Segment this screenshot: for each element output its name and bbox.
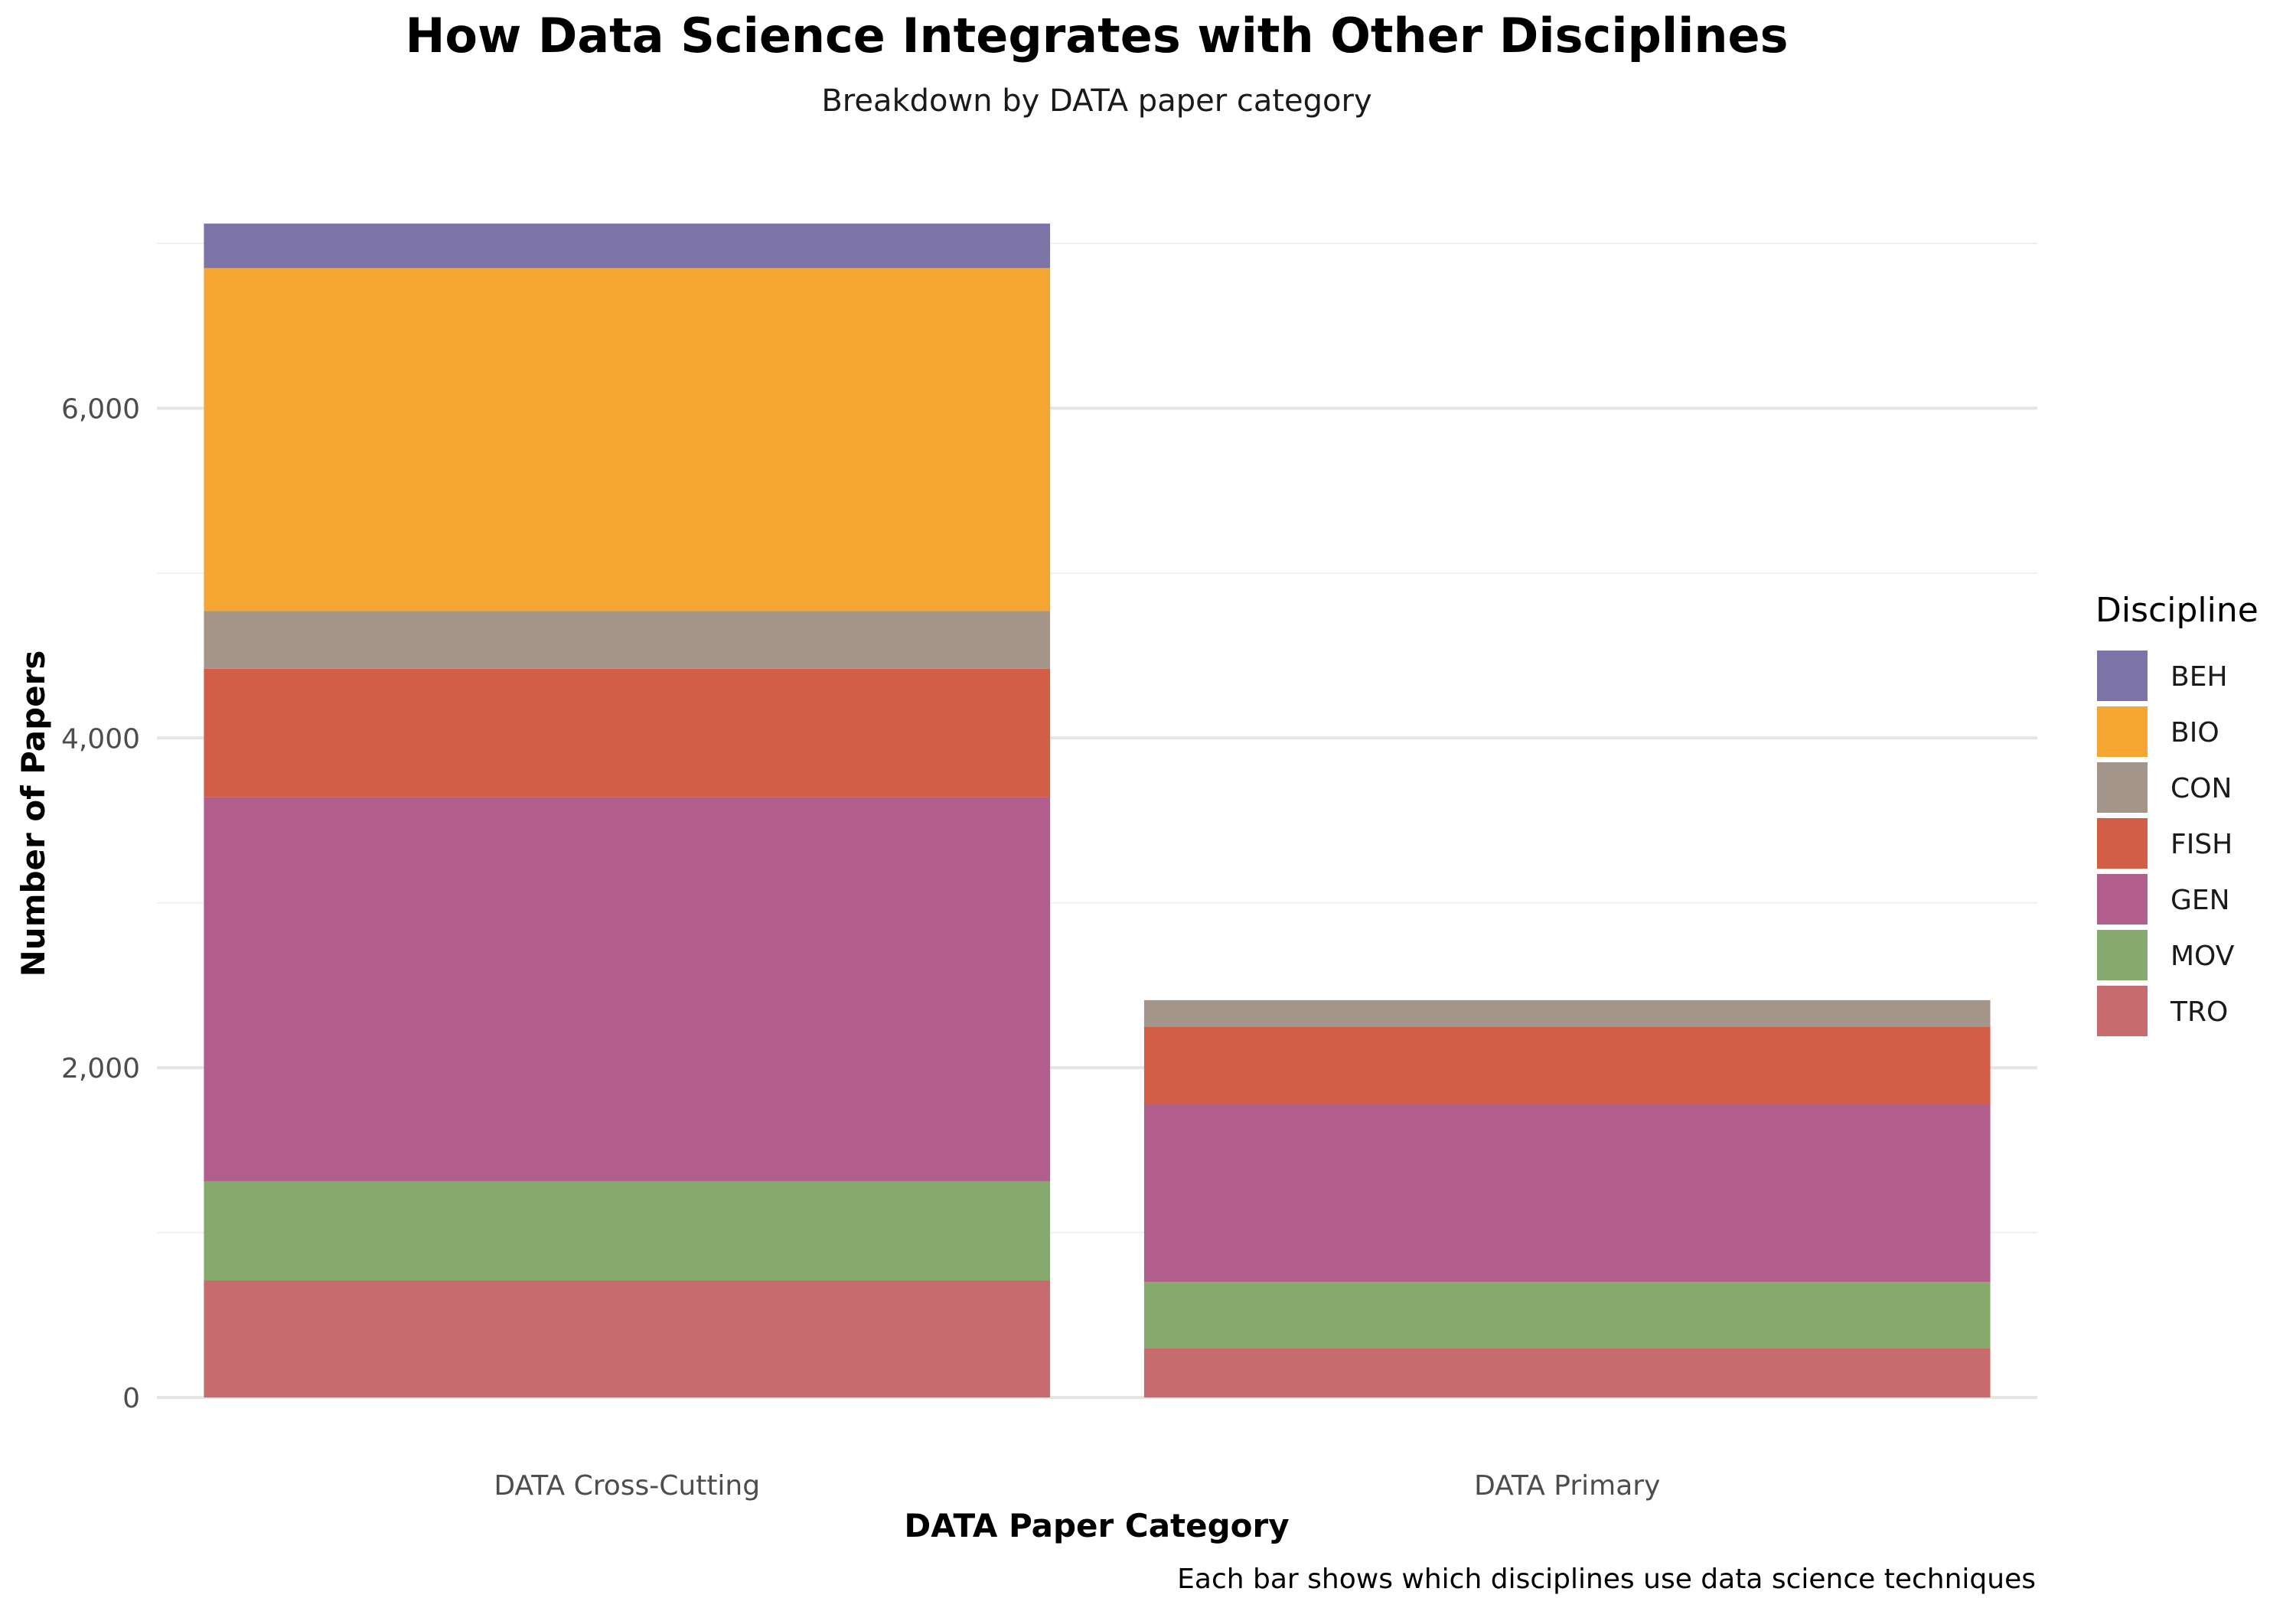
y-tick-label: 6,000 [61, 393, 140, 425]
legend-swatch [2097, 818, 2148, 869]
bar-segment-fish [1143, 1026, 1991, 1104]
bars [204, 223, 1991, 1397]
bar-segment-mov [1143, 1282, 1991, 1348]
x-axis-ticks: DATA Cross-Cutting DATA Primary [494, 1470, 1660, 1502]
legend-title: Discipline [2095, 591, 2258, 630]
x-axis-title: DATA Paper Category [904, 1507, 1289, 1544]
bar-segment-fish [204, 668, 1051, 797]
legend-label: BIO [2170, 717, 2219, 748]
legend-label: GEN [2170, 885, 2230, 916]
x-tick-label: DATA Primary [1474, 1470, 1660, 1502]
legend-label: TRO [2170, 996, 2228, 1028]
legend-swatch [2097, 986, 2148, 1036]
bar-segment-con [1143, 1000, 1991, 1027]
legend-swatch [2097, 706, 2148, 757]
bar-segment-mov [204, 1181, 1051, 1281]
legend-label: CON [2170, 773, 2232, 804]
y-axis-title: Number of Papers [15, 651, 52, 977]
legend-label: BEH [2170, 661, 2228, 693]
bar-segment-beh [204, 223, 1051, 269]
y-tick-label: 4,000 [61, 723, 140, 755]
bar-segment-gen [1143, 1104, 1991, 1283]
chart-caption: Each bar shows which disciplines use dat… [1177, 1564, 2036, 1595]
bar-segment-tro [1143, 1348, 1991, 1397]
legend-label: FISH [2170, 829, 2232, 860]
y-axis-ticks: 0 2,000 4,000 6,000 [61, 393, 140, 1414]
legend-swatch [2097, 874, 2148, 925]
bar-segment-bio [204, 268, 1051, 611]
stacked-bar-chart: How Data Science Integrates with Other D… [15, 8, 2258, 1595]
x-tick-label: DATA Cross-Cutting [494, 1470, 760, 1502]
chart-subtitle: Breakdown by DATA paper category [821, 83, 1371, 119]
bar-segment-gen [204, 797, 1051, 1182]
chart-container: How Data Science Integrates with Other D… [0, 0, 2296, 1607]
y-tick-label: 0 [122, 1383, 140, 1414]
legend-swatch [2097, 930, 2148, 980]
chart-title: How Data Science Integrates with Other D… [406, 8, 1789, 64]
legend: Discipline BEH BIO CON FISH GEN MOV TRO [2095, 591, 2258, 1036]
legend-label: MOV [2170, 941, 2235, 972]
bar-segment-con [204, 611, 1051, 669]
bar-segment-tro [204, 1280, 1051, 1397]
legend-swatch [2097, 762, 2148, 813]
y-tick-label: 2,000 [61, 1053, 140, 1084]
legend-swatch [2097, 651, 2148, 701]
